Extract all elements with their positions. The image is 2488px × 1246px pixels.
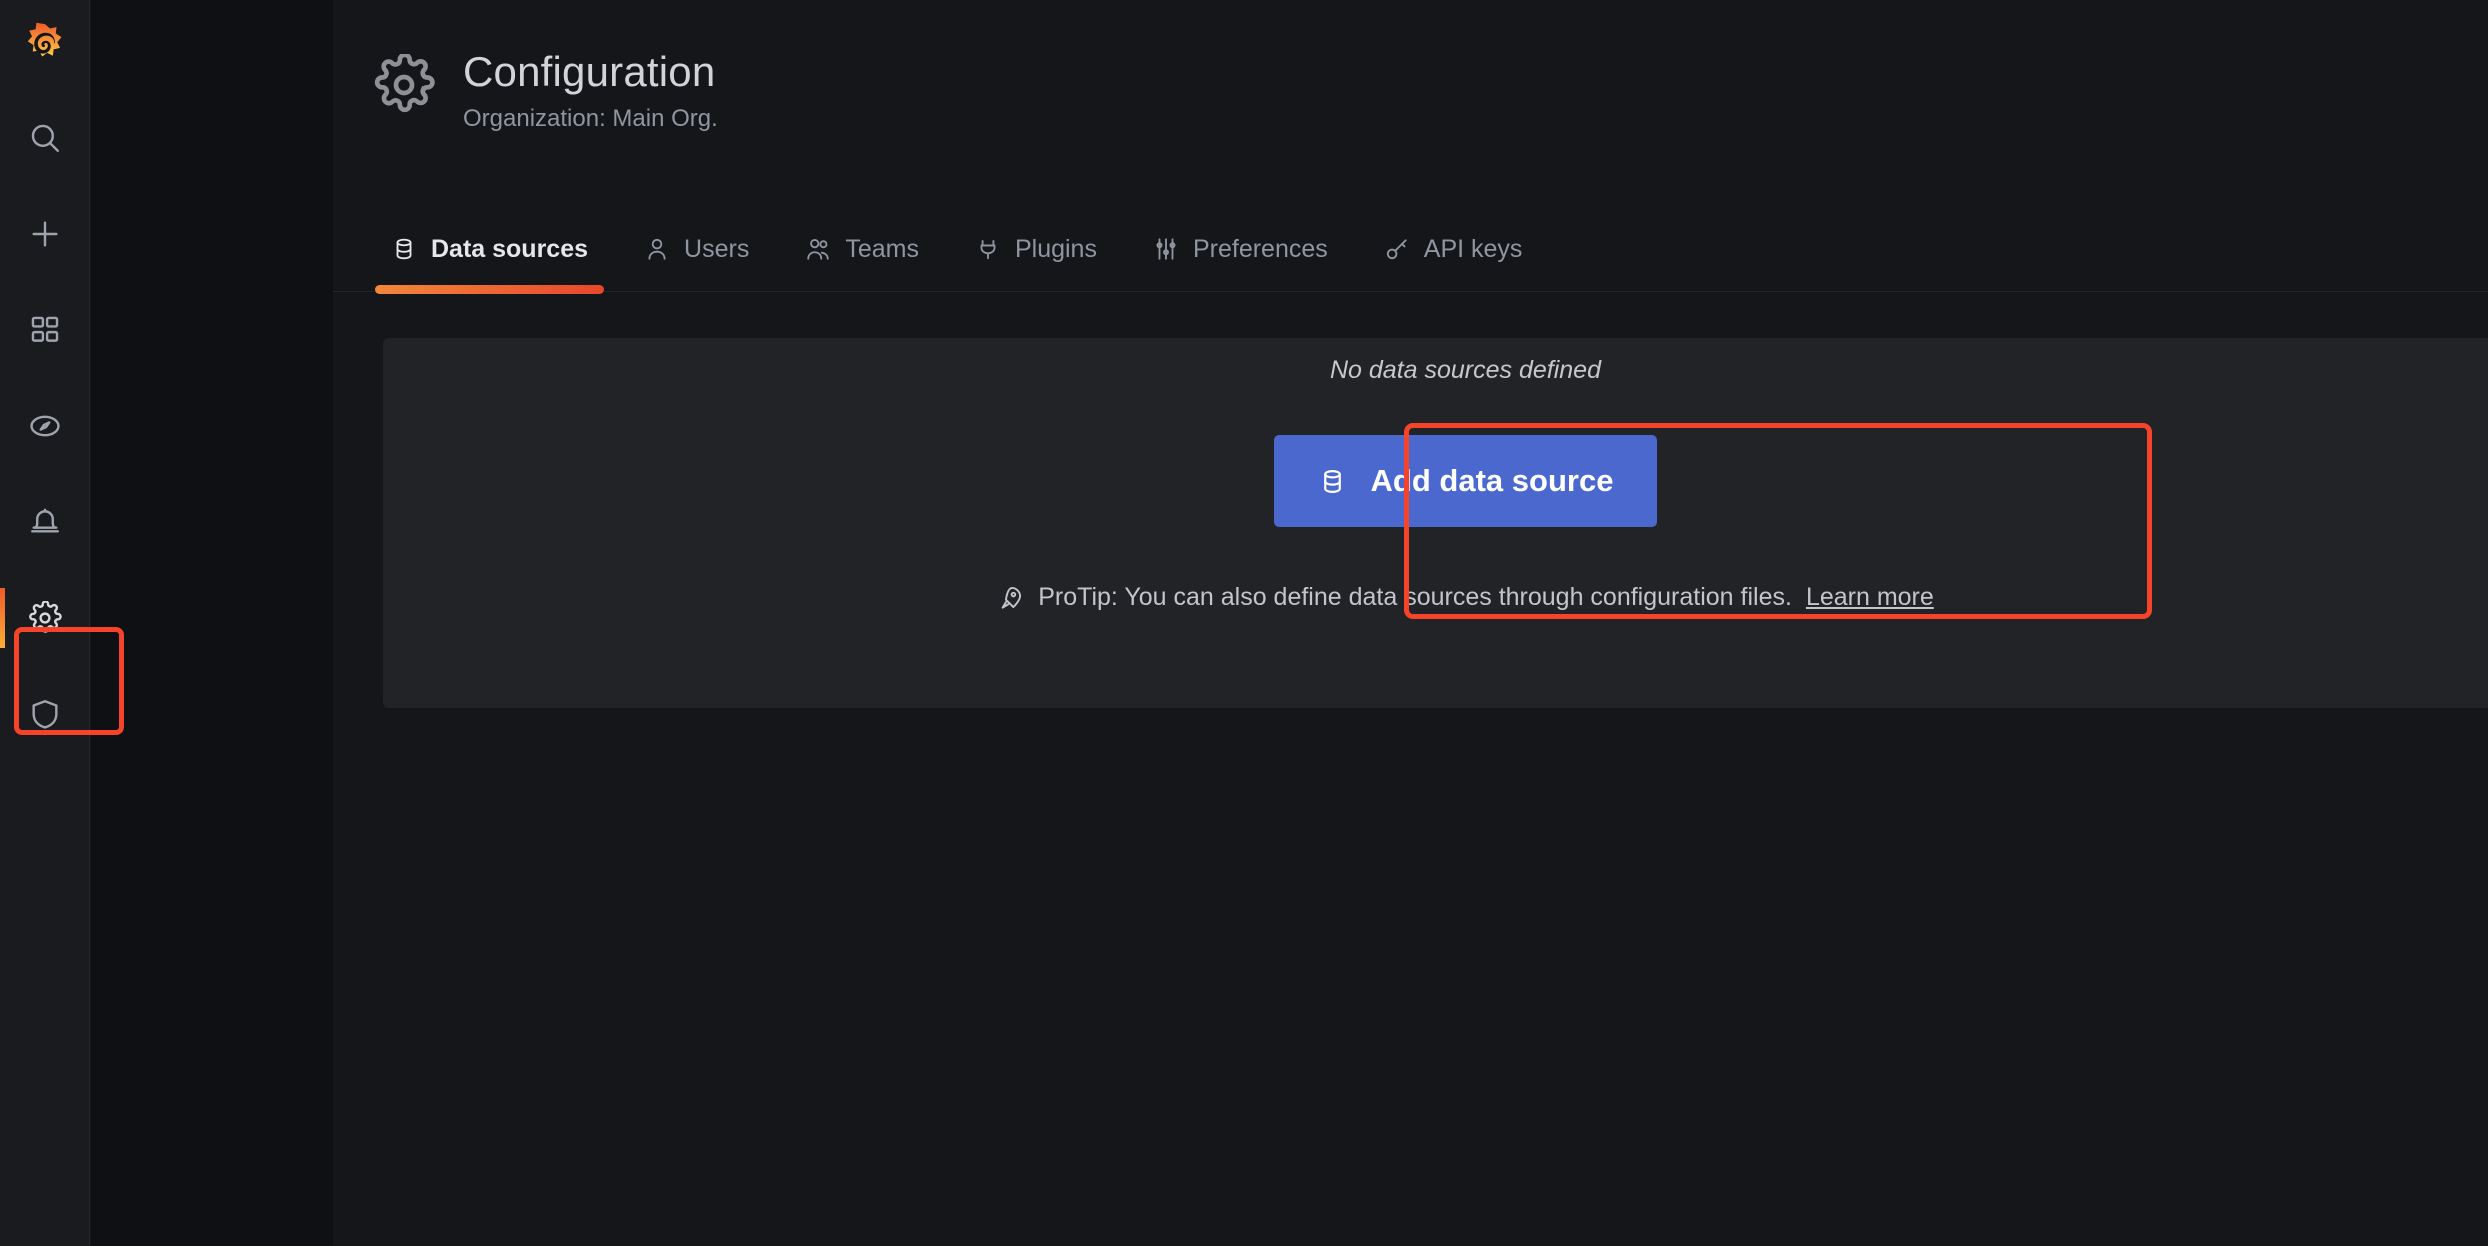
plus-icon: [28, 217, 62, 251]
plug-icon: [975, 236, 1001, 262]
apps-grid-icon: [28, 313, 62, 347]
sidebar-item-explore[interactable]: [0, 378, 90, 474]
page-gutter: [91, 0, 333, 1246]
key-icon: [1384, 236, 1410, 262]
learn-more-link[interactable]: Learn more: [1806, 583, 1934, 612]
empty-state-title: No data sources defined: [1330, 356, 1601, 385]
grafana-app-window: Configuration Organization: Main Org. Da…: [0, 0, 2488, 1246]
bell-icon: [28, 505, 62, 539]
database-icon: [1318, 467, 1347, 496]
page-gear-icon: [373, 48, 435, 116]
database-icon: [391, 236, 417, 262]
tab-plugins[interactable]: Plugins: [947, 207, 1125, 292]
tab-label: Users: [684, 235, 749, 264]
data-sources-panel: No data sources defined Add data source: [383, 338, 2488, 708]
users-icon: [805, 236, 831, 262]
sidebar-item-create[interactable]: [0, 186, 90, 282]
sidebar-item-alerting[interactable]: [0, 474, 90, 570]
page-subtitle: Organization: Main Org.: [463, 105, 718, 133]
sliders-icon: [1153, 236, 1179, 262]
grafana-logo-icon[interactable]: [0, 0, 90, 90]
shield-icon: [28, 697, 62, 731]
compass-icon: [28, 409, 62, 443]
tab-users[interactable]: Users: [616, 207, 777, 292]
tab-teams[interactable]: Teams: [777, 207, 947, 292]
sidebar-nav: [0, 0, 90, 1246]
protip-row: ProTip: You can also define data sources…: [997, 583, 1934, 612]
add-data-source-button[interactable]: Add data source: [1274, 435, 1658, 527]
search-icon: [28, 121, 62, 155]
tab-label: Teams: [845, 235, 919, 264]
page-header: Configuration Organization: Main Org.: [333, 0, 2488, 133]
page-title: Configuration: [463, 48, 718, 95]
tab-label: API keys: [1424, 235, 1523, 264]
sidebar-item-server-admin[interactable]: [0, 666, 90, 762]
rocket-icon: [997, 584, 1024, 611]
tab-label: Data sources: [431, 235, 588, 264]
sidebar-item-dashboards[interactable]: [0, 282, 90, 378]
tab-preferences[interactable]: Preferences: [1125, 207, 1356, 292]
tab-data-sources[interactable]: Data sources: [363, 207, 616, 292]
protip-text: ProTip: You can also define data sources…: [1038, 583, 1792, 612]
tab-api-keys[interactable]: API keys: [1356, 207, 1551, 292]
tab-label: Plugins: [1015, 235, 1097, 264]
sidebar-item-search[interactable]: [0, 90, 90, 186]
user-icon: [644, 236, 670, 262]
sidebar-item-configuration[interactable]: [0, 570, 90, 666]
empty-state: No data sources defined Add data source: [383, 338, 2488, 708]
gear-icon: [28, 601, 62, 635]
add-data-source-label: Add data source: [1371, 463, 1614, 499]
tab-label: Preferences: [1193, 235, 1328, 264]
tab-bar: Data sources Users Teams: [333, 207, 2488, 292]
